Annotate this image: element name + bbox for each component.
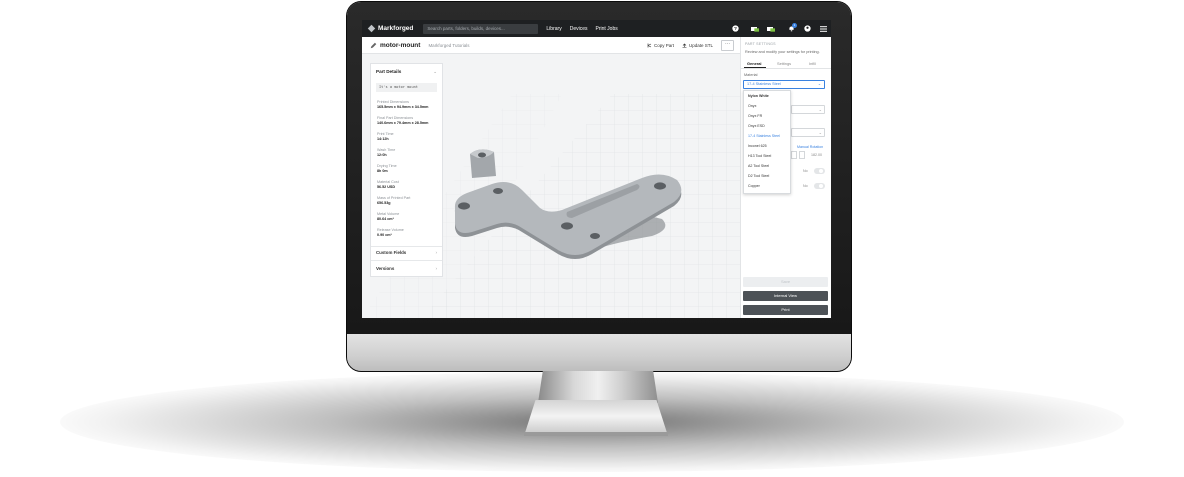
print-button[interactable]: Print [743, 305, 828, 315]
notification-badge: 1 [792, 22, 797, 28]
prop-wash-time: Wash Time 12:0h [377, 148, 396, 157]
monitor-base-edge [524, 432, 668, 436]
tab-infill[interactable]: Infill [809, 61, 816, 66]
top-icons: ? 1 [723, 20, 827, 37]
scale-input[interactable] [791, 151, 797, 159]
printer-status-icon-2[interactable] [767, 25, 775, 33]
prop-material-cost: Material Cost 56.52 USD [377, 180, 399, 189]
rotation-axis-input[interactable] [799, 151, 805, 159]
monitor-chin [347, 334, 851, 371]
more-options-button[interactable]: ··· [721, 39, 734, 51]
monitor-base [524, 400, 668, 436]
update-stl-button[interactable]: Update STL [682, 43, 713, 48]
help-icon[interactable]: ? [731, 25, 739, 33]
prop-print-time: Print Time 14:12h [377, 132, 394, 141]
tab-settings[interactable]: Settings [777, 61, 791, 66]
part-details-heading: Part Details [376, 69, 402, 74]
option-h13-tool-steel[interactable]: H13 Tool Steel [748, 154, 771, 158]
rotation-value[interactable]: 182.00 [811, 153, 822, 157]
copy-part-button[interactable]: Copy Part [647, 43, 674, 48]
settings-title: PART SETTINGS [745, 42, 776, 46]
model-viewport[interactable]: Part Details ⌄ It's a motor mount Printe… [362, 54, 740, 318]
option-onyx[interactable]: Onyx [748, 104, 756, 108]
option-inconel-625[interactable]: Inconel 625 [748, 144, 767, 148]
option-d2-tool-steel[interactable]: D2 Tool Steel [748, 174, 769, 178]
page-title: motor-mount [380, 41, 421, 49]
section-versions[interactable]: Versions [376, 266, 394, 271]
collapse-chevron-icon[interactable]: ⌄ [433, 69, 437, 75]
screen: Markforged Search parts, folders, builds… [362, 20, 831, 318]
prop-final-dimensions: Final Part Dimensions 140.6mm x 79.4mm x … [377, 116, 429, 125]
option-copper[interactable]: Copper [748, 184, 760, 188]
chevron-down-icon: ⌄ [818, 130, 822, 135]
prop-mass: Mass of Printed Part 656.53g [377, 196, 411, 205]
chevron-down-icon: ⌄ [818, 107, 822, 112]
part-settings-panel: PART SETTINGS Review and modify your set… [740, 37, 831, 318]
search-input[interactable]: Search parts, folders, builds, devices..… [423, 23, 539, 34]
brand-logo[interactable]: Markforged [367, 24, 414, 33]
copy-icon [647, 43, 652, 47]
pencil-icon[interactable] [370, 42, 377, 49]
part-description: It's a motor mount [376, 83, 437, 92]
monitor-stand [538, 371, 658, 403]
prop-printed-dimensions: Printed Dimensions 165.5mm x 94.9mm x 34.… [377, 100, 429, 109]
settings-description: Review and modify your settings for prin… [745, 50, 820, 54]
nav-library[interactable]: Library [546, 26, 561, 32]
brand-name: Markforged [378, 25, 414, 32]
chevron-down-icon: ⌄ [817, 82, 821, 86]
active-tab-indicator [744, 67, 766, 68]
material-label: Material [744, 73, 758, 77]
prop-release-volume: Release Volume 0.90 cm³ [377, 228, 404, 237]
printer-status-icon[interactable] [751, 25, 759, 33]
option-17-4-stainless[interactable]: 17-4 Stainless Steel [748, 134, 780, 138]
chevron-right-icon[interactable]: › [436, 250, 438, 255]
part-header: motor-mount Markforged Tutorials Copy Pa… [362, 37, 740, 54]
material-dropdown: Nylon White Onyx Onyx FR Onyx ESD 17-4 S… [743, 90, 791, 194]
material-value: 17-4 Stainless Steel [747, 82, 781, 86]
nav-print-jobs[interactable]: Print Jobs [596, 26, 618, 32]
divider [371, 246, 442, 247]
breadcrumb-folder[interactable]: Markforged Tutorials [428, 43, 469, 48]
copy-part-label: Copy Part [653, 42, 674, 48]
logo-icon [367, 24, 376, 33]
divider [371, 260, 442, 261]
menu-icon[interactable] [819, 25, 827, 33]
top-bar: Markforged Search parts, folders, builds… [362, 20, 831, 37]
option-onyx-fr[interactable]: Onyx FR [748, 114, 762, 118]
material-select[interactable]: 17-4 Stainless Steel ⌄ [743, 80, 825, 89]
toggle-label-2: No [803, 184, 808, 188]
prop-drying-time: Drying Time 8h 0m [377, 164, 397, 173]
chevron-right-icon[interactable]: › [436, 266, 438, 271]
internal-view-button[interactable]: Internal View [743, 291, 828, 301]
option-a2-tool-steel[interactable]: A2 Tool Steel [748, 164, 769, 168]
upload-icon [682, 43, 687, 47]
bell-icon[interactable]: 1 [787, 22, 797, 33]
svg-text:?: ? [734, 26, 737, 32]
toggle-switch-2[interactable] [814, 183, 825, 189]
section-custom-fields[interactable]: Custom Fields [376, 250, 406, 255]
toggle-label-1: No [803, 169, 808, 173]
tab-general[interactable]: General [747, 61, 762, 66]
layer-select[interactable]: ⌄ [791, 128, 825, 137]
nav-devices[interactable]: Devices [570, 26, 588, 32]
manual-rotation-link[interactable]: Manual Rotation [797, 145, 823, 149]
printer-select[interactable]: ⌄ [791, 105, 825, 114]
account-icon[interactable] [803, 25, 811, 33]
part-details-panel: Part Details ⌄ It's a motor mount Printe… [370, 63, 443, 277]
toggle-switch-1[interactable] [814, 168, 825, 174]
option-nylon-white[interactable]: Nylon White [748, 94, 769, 98]
prop-metal-volume: Metal Volume 80.64 cm³ [377, 212, 400, 221]
save-button[interactable]: Save [743, 277, 828, 287]
update-stl-label: Update STL [688, 42, 713, 48]
option-onyx-esd[interactable]: Onyx ESD [748, 124, 765, 128]
